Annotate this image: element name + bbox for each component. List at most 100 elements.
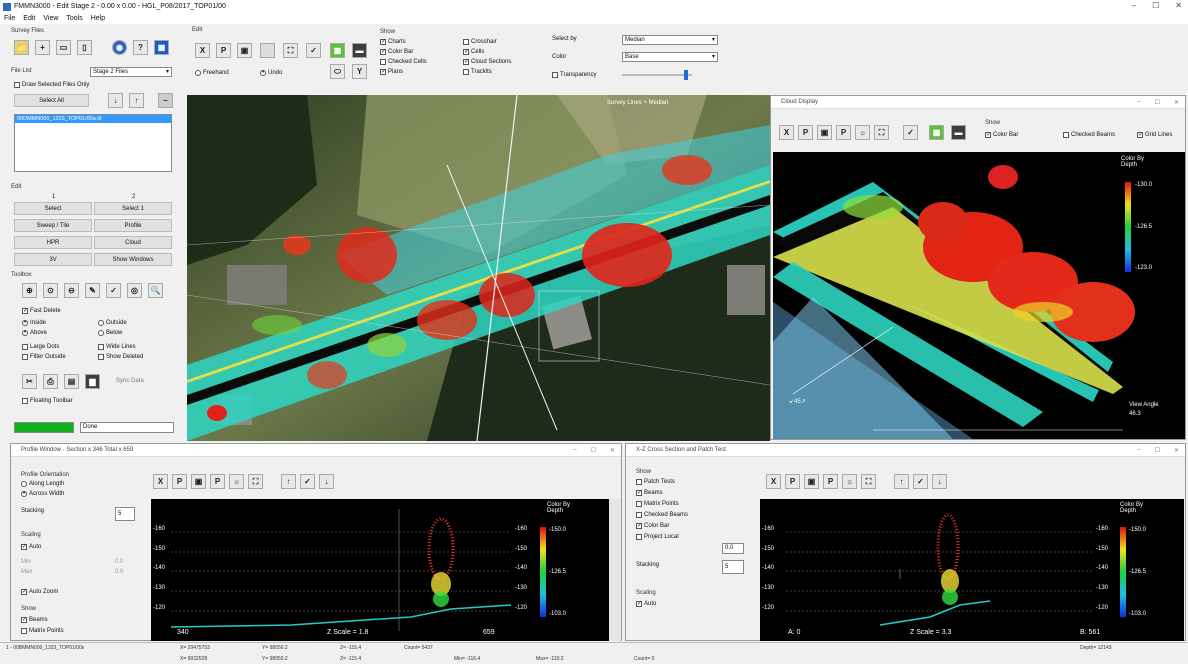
file-listbox[interactable]: 00DMMN000_1323_TOP01/00a.tif <box>14 114 172 172</box>
magnify-icon[interactable]: 🔍 <box>148 283 163 298</box>
select-button[interactable]: Select <box>14 202 92 215</box>
fast-delete-checkbox[interactable]: ✓ Fast Delete <box>22 308 61 314</box>
globe-icon[interactable]: ◉ <box>112 40 127 55</box>
menu-edit[interactable]: Edit <box>23 15 35 22</box>
profile-expand-icon[interactable]: ⛶ <box>248 474 263 489</box>
filter-outside-checkbox[interactable]: Filter Outside <box>22 354 66 360</box>
lasso-icon[interactable]: ◎ <box>127 283 142 298</box>
show-charts-checkbox[interactable]: ✓ Charts <box>380 39 406 45</box>
profile-beams-checkbox[interactable]: ✓ Beams <box>21 617 48 623</box>
blank-icon[interactable] <box>260 43 275 58</box>
cloud-expand-icon[interactable]: ⛶ <box>874 125 889 140</box>
pencil-icon[interactable]: ✎ <box>85 283 100 298</box>
cloud-colormap-icon[interactable]: ▩ <box>929 125 944 140</box>
layers-icon[interactable]: ▤ <box>64 374 79 389</box>
minimize-button[interactable]: – <box>1132 1 1136 10</box>
show-crosshair-checkbox[interactable]: Crosshair <box>463 39 497 45</box>
flag-icon[interactable]: P <box>216 43 231 58</box>
show-colorbar-checkbox[interactable]: ✓ Color Bar <box>380 49 413 55</box>
profile-matrix-checkbox[interactable]: Matrix Points <box>21 628 64 634</box>
profile-stacking-input[interactable]: 5 <box>115 507 135 521</box>
cloud-pin-icon[interactable]: P <box>836 125 851 140</box>
large-dots-checkbox[interactable]: Large Dots <box>22 344 59 350</box>
undo-radio[interactable]: • Undo <box>260 70 282 76</box>
floating-toolbar-checkbox[interactable]: Floating Toolbar <box>22 398 73 404</box>
hpr-button[interactable]: HPR <box>14 236 92 249</box>
cross-down-icon[interactable]: ↓ <box>932 474 947 489</box>
cloud-min-button[interactable]: – <box>1137 99 1140 106</box>
auto-zoom-checkbox[interactable]: ✓ Auto Zoom <box>21 589 58 595</box>
cross-max-button[interactable]: ☐ <box>1155 447 1160 454</box>
show-tracklts-checkbox[interactable]: Tracklts <box>463 69 492 75</box>
filter-icon[interactable]: ▣ <box>237 43 252 58</box>
cross-min-button[interactable]: – <box>1137 447 1140 454</box>
select-1-button[interactable]: Select 1 <box>94 202 172 215</box>
profile-scrollbar[interactable] <box>609 499 621 641</box>
add-file-icon[interactable]: + <box>35 40 50 55</box>
profile-button[interactable]: Profile <box>94 219 172 232</box>
show-cells-checkbox[interactable]: ✓ Cells <box>463 49 484 55</box>
close-button[interactable]: ✕ <box>1175 1 1182 10</box>
cloud-filter-icon[interactable]: ▣ <box>817 125 832 140</box>
menu-tools[interactable]: Tools <box>66 15 82 22</box>
profile-flag-icon[interactable]: P <box>172 474 187 489</box>
cross-beams-checkbox[interactable]: ✓ Beams <box>636 490 663 496</box>
profile-delete-icon[interactable]: X <box>153 474 168 489</box>
inside-radio[interactable]: • Inside <box>22 320 46 326</box>
delete-x-icon[interactable]: X <box>195 43 210 58</box>
profile-auto-checkbox[interactable]: ✓ Auto <box>21 544 41 550</box>
cross-pin-icon[interactable]: P <box>823 474 838 489</box>
below-radio[interactable]: Below <box>98 330 122 336</box>
cloud-delete-icon[interactable]: X <box>779 125 794 140</box>
profile-pin-icon[interactable]: P <box>210 474 225 489</box>
project-local-input[interactable]: 0.0 <box>722 543 744 554</box>
above-radio[interactable]: • Above <box>22 330 47 336</box>
map-view[interactable]: Survey Lines + Median <box>187 95 770 441</box>
cloud-check-icon[interactable]: ✓ <box>903 125 918 140</box>
arrow-up-icon[interactable]: ↑ <box>129 93 144 108</box>
cross-check-icon[interactable]: ✓ <box>913 474 928 489</box>
cross-plot[interactable]: -160 -150 -140 -130 -120 -160 -150 -140 … <box>760 499 1184 641</box>
cloud-checked-beams-checkbox[interactable]: Checked Beams <box>1063 132 1115 138</box>
file-list-item[interactable]: 00DMMN000_1323_TOP01/00a.tif <box>15 115 171 123</box>
project-local-checkbox[interactable]: Project Local <box>636 534 679 540</box>
transparency-slider[interactable] <box>622 70 692 80</box>
display-icon[interactable]: ▬ <box>352 43 367 58</box>
freehand-radio[interactable]: Freehand <box>195 70 229 76</box>
clear-icon[interactable]: – <box>158 93 173 108</box>
cross-expand-icon[interactable]: ⛶ <box>861 474 876 489</box>
help-icon[interactable]: ? <box>133 40 148 55</box>
profile-min-button[interactable]: – <box>573 447 576 454</box>
polygon-icon[interactable]: ⬭ <box>330 64 345 79</box>
profile-sun-icon[interactable]: ☼ <box>229 474 244 489</box>
across-width-radio[interactable]: • Across Width <box>21 491 64 497</box>
monitor-icon[interactable]: ▭ <box>56 40 71 55</box>
outside-radio[interactable]: Outside <box>98 320 127 326</box>
wide-lines-checkbox[interactable]: Wide Lines <box>98 344 136 350</box>
cloud-close-button[interactable]: ✕ <box>1174 99 1179 106</box>
print-icon[interactable]: ⎙ <box>43 374 58 389</box>
show-plans-checkbox[interactable]: ✓ Plans <box>380 69 403 75</box>
show-deleted-checkbox[interactable]: Show Deleted <box>98 354 143 360</box>
cross-filter-icon[interactable]: ▣ <box>804 474 819 489</box>
zoom-in-icon[interactable]: ⊕ <box>22 283 37 298</box>
cross-matrix-checkbox[interactable]: Matrix Points <box>636 501 679 507</box>
show-cloud-sections-checkbox[interactable]: ✓ Cloud Sections <box>463 59 511 65</box>
show-checked-cells-checkbox[interactable]: Checked Cells <box>380 59 427 65</box>
block-icon[interactable]: ▆ <box>85 374 100 389</box>
patch-tests-checkbox[interactable]: Patch Tests <box>636 479 675 485</box>
cloud-canvas[interactable] <box>773 152 1185 439</box>
cross-flag-icon[interactable]: P <box>785 474 800 489</box>
color-dropdown[interactable]: Base <box>622 52 718 62</box>
cloud-flag-icon[interactable]: P <box>798 125 813 140</box>
arrow-down-icon[interactable]: ↓ <box>108 93 123 108</box>
cloud-3d-view[interactable]: Color By Depth -130.0 -126.5 -123.0 View… <box>773 152 1185 439</box>
cloud-display-icon[interactable]: ▬ <box>951 125 966 140</box>
select-by-dropdown[interactable]: Median <box>622 35 718 45</box>
profile-plot[interactable]: -160 -150 -140 -130 -120 -160 -150 -140 … <box>151 499 609 641</box>
grid-icon[interactable]: ▦ <box>154 40 169 55</box>
cross-colorbar-checkbox[interactable]: ✓ Color Bar <box>636 523 669 529</box>
sweep-tile-button[interactable]: Sweep / Tile <box>14 219 92 232</box>
profile-check-icon[interactable]: ✓ <box>300 474 315 489</box>
profile-filter-icon[interactable]: ▣ <box>191 474 206 489</box>
